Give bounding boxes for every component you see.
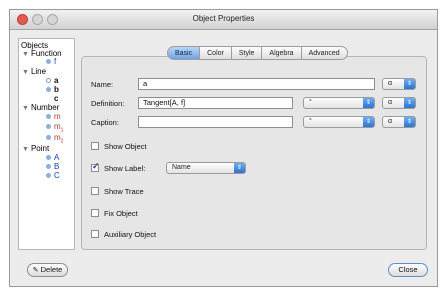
caption-symbol-select[interactable]: ° ⇕ — [303, 116, 375, 128]
show-trace-checkbox[interactable] — [91, 187, 99, 195]
definition-label: Definition: — [91, 99, 125, 108]
caption-field[interactable] — [138, 116, 293, 128]
show-trace-label: Show Trace — [104, 187, 144, 196]
show-object-row[interactable]: Show Object — [91, 141, 147, 152]
stepper-arrows-icon: ⇕ — [363, 117, 374, 127]
visibility-dot-icon[interactable] — [46, 59, 51, 64]
tree-item-c[interactable]: c — [46, 94, 58, 103]
definition-alpha-select[interactable]: α ⇕ — [382, 97, 416, 109]
auxiliary-object-label: Auxiliary Object — [104, 230, 157, 239]
visibility-dot-icon[interactable] — [46, 87, 51, 92]
definition-symbol-select[interactable]: ° ⇕ — [303, 97, 375, 109]
tree-item-B[interactable]: B — [46, 162, 59, 171]
show-object-label: Show Object — [104, 142, 147, 151]
tree-item-a[interactable]: a — [46, 76, 58, 85]
visibility-dot-icon[interactable] — [46, 155, 51, 160]
eraser-icon: ✎ — [32, 267, 39, 274]
name-field[interactable]: a — [138, 78, 375, 90]
caption-label: Caption: — [91, 118, 119, 127]
tab-bar: Basic Color Style Algebra Advanced — [167, 46, 348, 60]
properties-panel: Name: a α ⇕ Definition: Tangent[A, f] ° ⇕ … — [81, 56, 427, 250]
disclosure-triangle-icon[interactable]: ▼ — [22, 69, 29, 76]
object-properties-window: Object Properties Objects ▼ Function f ▼ L… — [9, 9, 438, 287]
stepper-arrows-icon: ⇕ — [404, 98, 415, 108]
tree-group-line[interactable]: ▼ Line — [22, 67, 46, 77]
stepper-arrows-icon: ⇕ — [363, 98, 374, 108]
tree-item-f[interactable]: f — [46, 57, 56, 66]
visibility-dot-icon[interactable] — [46, 135, 51, 140]
visibility-dot-icon[interactable] — [46, 164, 51, 169]
tab-algebra[interactable]: Algebra — [262, 46, 302, 60]
close-button[interactable]: Close — [388, 263, 428, 277]
definition-field[interactable]: Tangent[A, f] — [138, 97, 293, 109]
tab-style[interactable]: Style — [231, 46, 263, 60]
visibility-dot-icon[interactable] — [46, 96, 51, 101]
disclosure-triangle-icon[interactable]: ▼ — [22, 146, 29, 153]
stepper-arrows-icon: ⇕ — [404, 117, 415, 127]
label-mode-select[interactable]: Name ⇕ — [166, 162, 246, 174]
visibility-dot-icon[interactable] — [46, 78, 51, 83]
auxiliary-object-row[interactable]: Auxiliary Object — [91, 229, 156, 240]
title-bar: Object Properties — [10, 10, 437, 30]
auxiliary-object-checkbox[interactable] — [91, 230, 99, 238]
tab-advanced[interactable]: Advanced — [301, 46, 348, 60]
disclosure-triangle-icon[interactable]: ▼ — [22, 51, 29, 58]
caption-alpha-select[interactable]: α ⇕ — [382, 116, 416, 128]
show-label-row[interactable]: Show Label: — [91, 161, 146, 174]
tree-item-A[interactable]: A — [46, 153, 59, 162]
visibility-dot-icon[interactable] — [46, 114, 51, 119]
name-alpha-select[interactable]: α ⇕ — [382, 78, 416, 90]
tab-color[interactable]: Color — [200, 46, 232, 60]
name-label: Name: — [91, 80, 114, 89]
stepper-arrows-icon: ⇕ — [404, 79, 415, 89]
show-label-label: Show Label: — [104, 164, 146, 173]
delete-button[interactable]: ✎ Delete — [27, 263, 68, 277]
tree-item-b[interactable]: b — [46, 85, 59, 94]
stepper-arrows-icon: ⇕ — [234, 163, 245, 173]
show-object-checkbox[interactable] — [91, 142, 99, 150]
fix-object-row[interactable]: Fix Object — [91, 208, 138, 219]
visibility-dot-icon[interactable] — [46, 124, 51, 129]
visibility-dot-icon[interactable] — [46, 173, 51, 178]
disclosure-triangle-icon[interactable]: ▼ — [22, 105, 29, 112]
show-label-checkbox[interactable] — [91, 161, 100, 172]
tab-basic[interactable]: Basic — [167, 46, 201, 60]
fix-object-checkbox[interactable] — [91, 209, 99, 217]
tree-item-C[interactable]: C — [46, 171, 60, 180]
show-trace-row[interactable]: Show Trace — [91, 186, 144, 197]
window-title: Object Properties — [192, 14, 255, 23]
tree-item-m[interactable]: m — [46, 112, 61, 121]
fix-object-label: Fix Object — [104, 209, 138, 218]
object-tree[interactable]: Objects ▼ Function f ▼ Line a b c ▼ Number … — [18, 38, 75, 250]
